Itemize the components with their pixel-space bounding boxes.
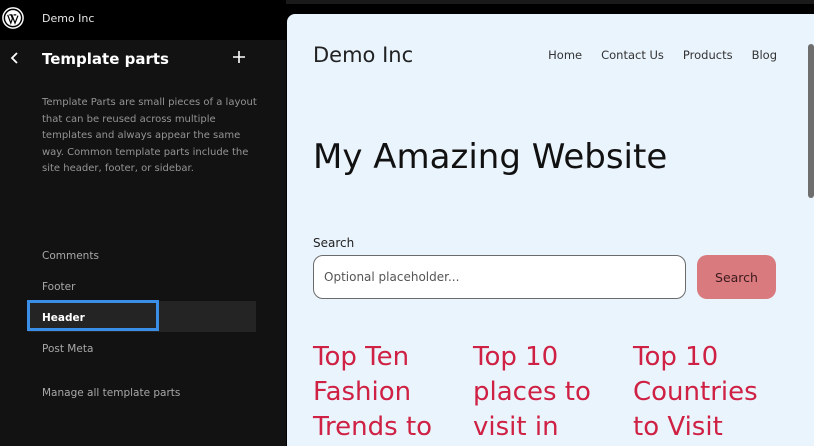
chevron-left-icon[interactable] <box>8 51 22 65</box>
canvas-scrollbar[interactable] <box>808 44 814 198</box>
top-border <box>286 0 814 4</box>
search-label: Search <box>313 236 355 250</box>
site-name: Demo Inc <box>42 12 95 25</box>
panel-title: Template parts <box>42 50 169 68</box>
manage-template-parts-link[interactable]: Manage all template parts <box>42 387 180 399</box>
template-part-post-meta[interactable]: Post Meta <box>42 343 93 355</box>
site-title[interactable]: Demo Inc <box>313 43 413 67</box>
search-input[interactable] <box>313 255 686 299</box>
template-part-footer[interactable]: Footer <box>42 281 75 293</box>
site-navigation: Home Contact Us Products Blog <box>548 48 777 62</box>
nav-link-home[interactable]: Home <box>548 48 582 62</box>
add-template-part-icon[interactable] <box>231 49 247 65</box>
search-button[interactable]: Search <box>697 255 776 299</box>
panel-description: Template Parts are small pieces of a lay… <box>42 97 257 174</box>
post-title[interactable]: Top 10 Countries to Visit <box>633 340 773 445</box>
hero-heading[interactable]: My Amazing Website <box>313 137 667 177</box>
template-part-comments[interactable]: Comments <box>42 250 99 262</box>
wordpress-logo-icon[interactable] <box>2 7 24 29</box>
editor-canvas[interactable]: Demo Inc Home Contact Us Products Blog M… <box>287 14 814 446</box>
nav-link-contact-us[interactable]: Contact Us <box>601 48 664 62</box>
post-title[interactable]: Top Ten Fashion Trends to <box>313 340 453 445</box>
nav-link-products[interactable]: Products <box>683 48 733 62</box>
post-title[interactable]: Top 10 places to visit in <box>473 340 613 445</box>
nav-link-blog[interactable]: Blog <box>752 48 777 62</box>
focus-highlight <box>27 300 159 331</box>
